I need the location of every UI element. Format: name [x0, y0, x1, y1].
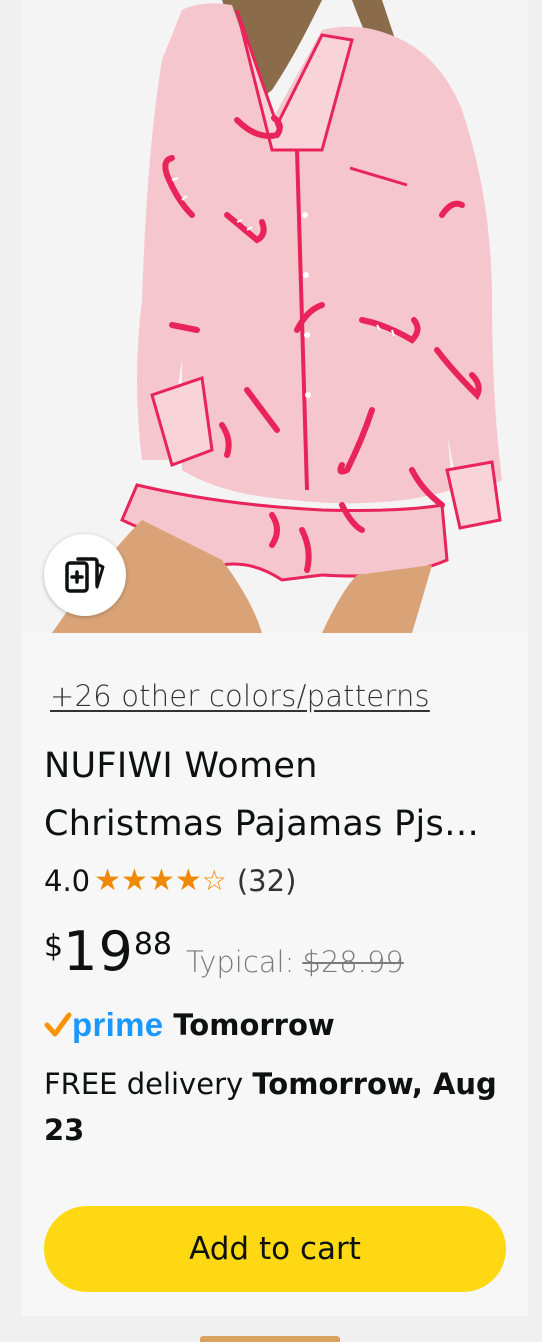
prime-check-icon [44, 1012, 72, 1037]
typical-label: Typical: [186, 945, 295, 979]
price-whole: 19 [63, 920, 134, 983]
product-card[interactable]: +26 other colors/patterns NUFIWI Women C… [22, 0, 528, 1316]
prime-logo: prime [44, 1006, 163, 1044]
product-title-line-2: Christmas Pajamas Pjs… [44, 804, 480, 844]
prime-wordmark: prime [72, 1006, 164, 1043]
prime-delivery-day: Tomorrow [173, 1008, 335, 1042]
star-full-icon: ★ [174, 863, 202, 898]
typical-price: $28.99 [302, 945, 404, 979]
review-count[interactable]: (32) [237, 864, 297, 898]
other-colors-link[interactable]: +26 other colors/patterns [50, 679, 430, 713]
price-currency: $ [44, 929, 64, 964]
star-full-icon: ★ [94, 863, 122, 898]
star-full-icon: ★ [147, 863, 175, 898]
star-empty-icon: ☆ [201, 864, 227, 897]
product-title-line-1: NUFIWI Women [44, 746, 318, 786]
add-to-cart-button[interactable]: Add to cart [44, 1206, 506, 1292]
price-fraction: 88 [133, 927, 172, 962]
product-title[interactable]: NUFIWI Women Christmas Pajamas Pjs… [44, 737, 514, 853]
rating-value: 4.0 [44, 864, 91, 898]
rating-stars: ★ ★ ★ ★ ☆ [94, 866, 227, 896]
delivery-prefix: FREE delivery [44, 1067, 253, 1101]
add-to-compare-icon [65, 557, 105, 593]
star-full-icon: ★ [121, 863, 148, 898]
price-row: $ 19 88 Typical: $28.99 [44, 923, 404, 983]
rating-row[interactable]: 4.0 ★ ★ ★ ★ ☆ (32) [44, 861, 296, 901]
next-product-image-edge [200, 1336, 340, 1342]
product-image[interactable] [22, 0, 528, 633]
prime-badge-row: prime Tomorrow [44, 1005, 335, 1045]
typical-price-label: Typical: $28.99 [186, 945, 404, 979]
add-to-compare-button[interactable] [44, 534, 126, 616]
delivery-info: FREE delivery Tomorrow, Aug 23 [44, 1061, 514, 1153]
